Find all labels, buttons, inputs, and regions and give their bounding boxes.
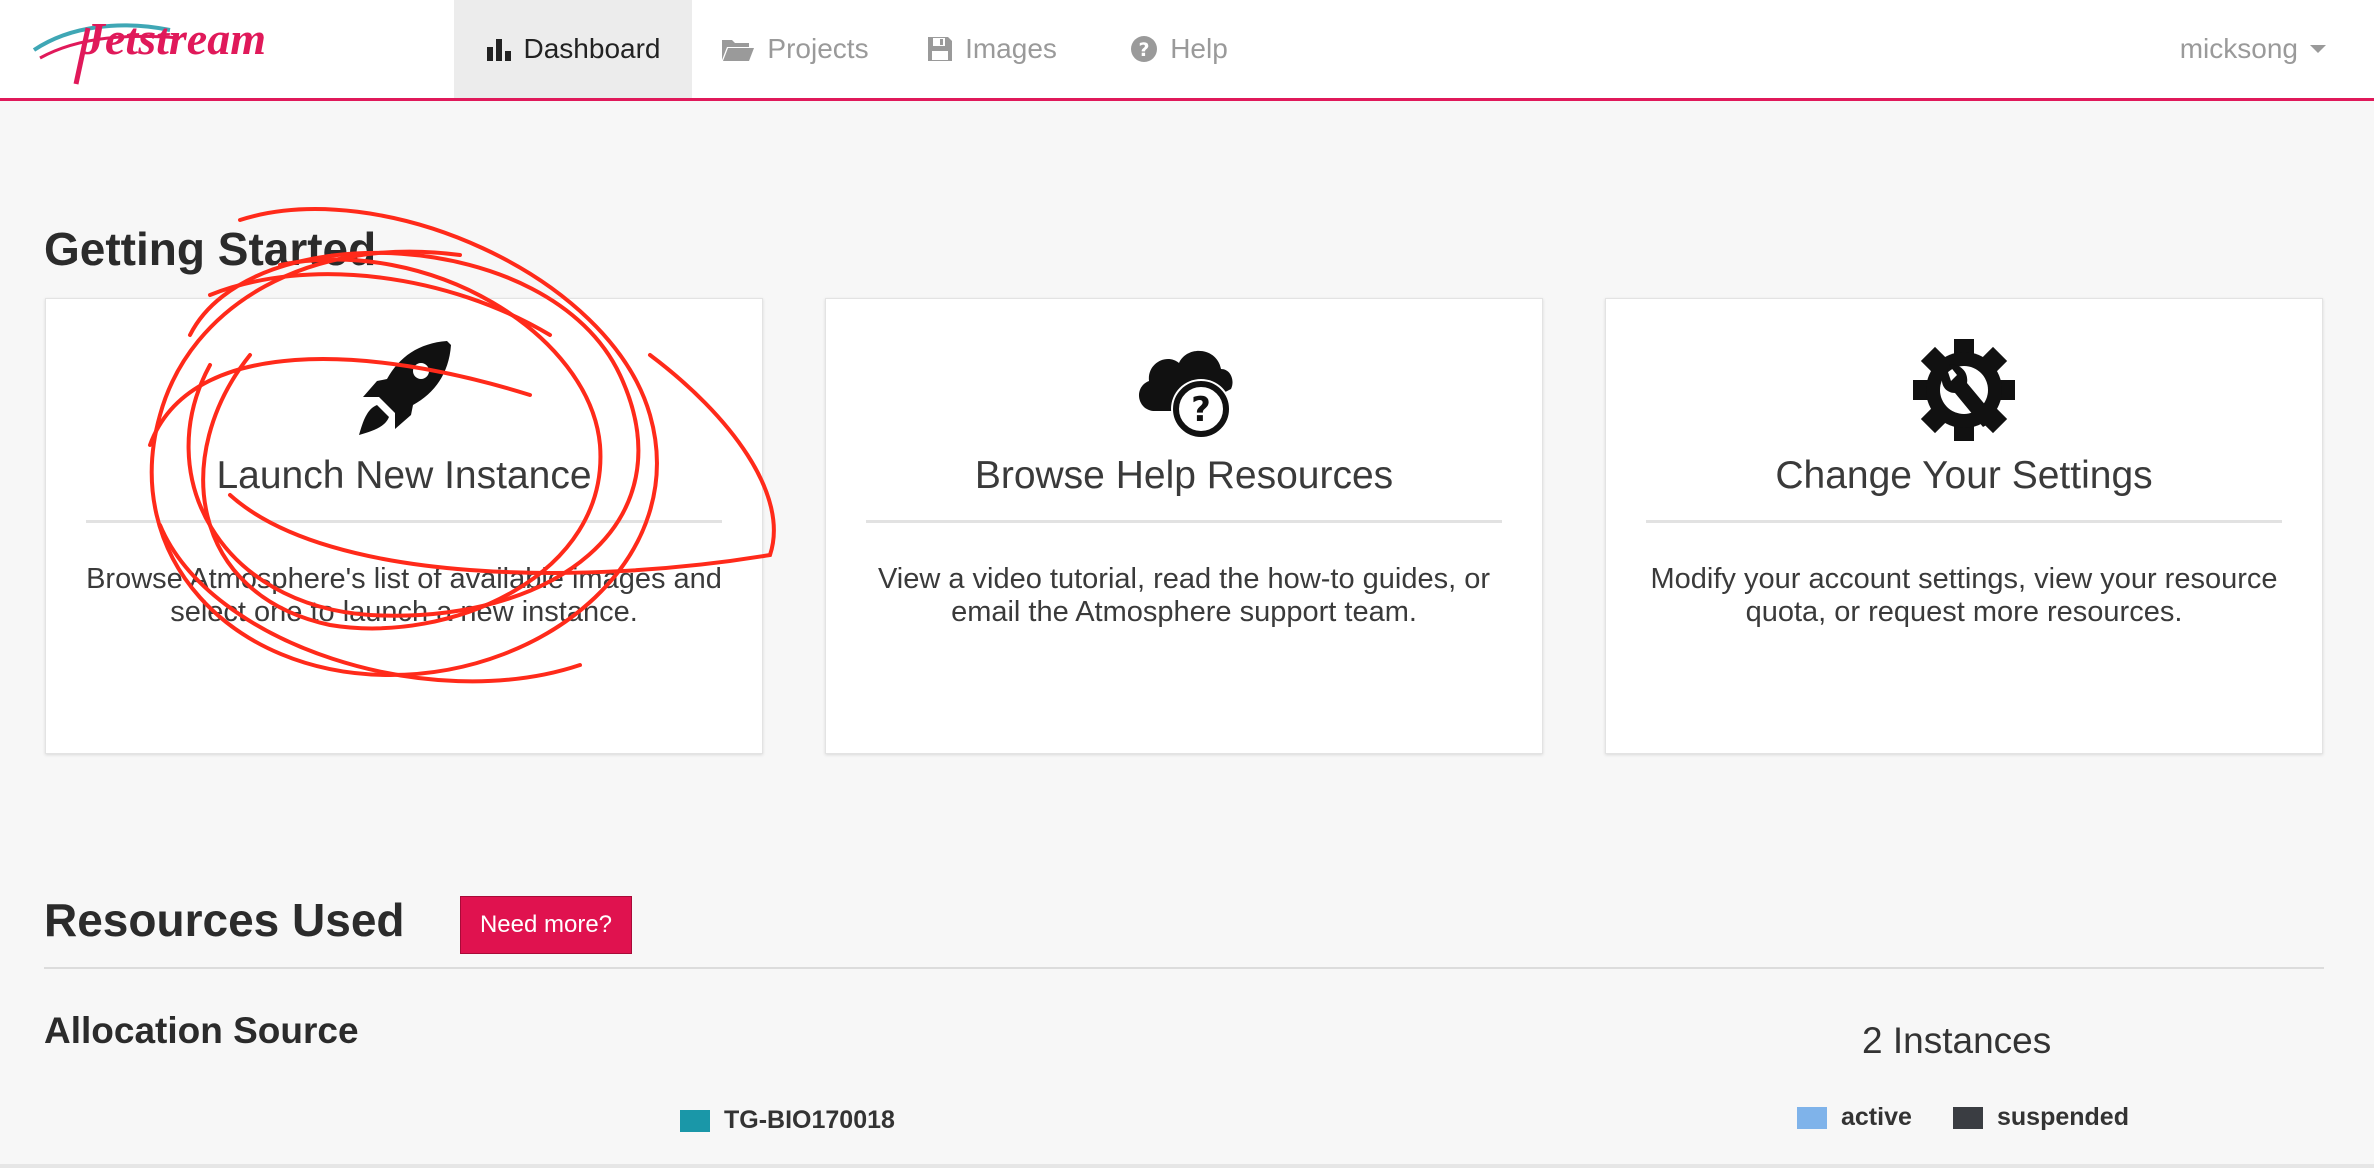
allocation-swatch xyxy=(680,1109,710,1132)
username: micksong xyxy=(2179,33,2298,64)
tab-help[interactable]: ? Help xyxy=(1110,0,1248,98)
svg-text:?: ? xyxy=(1191,390,1211,430)
allocation-source-heading: Allocation Source xyxy=(44,1010,359,1051)
user-menu[interactable]: micksong xyxy=(2180,0,2326,98)
floppy-disk-icon xyxy=(927,36,953,62)
launch-new-instance-card[interactable]: Launch New Instance Browse Atmosphere's … xyxy=(45,298,763,754)
legend-active-item: active xyxy=(1797,1103,1912,1132)
card-description: Modify your account settings, view your … xyxy=(1650,563,2278,628)
card-title: Change Your Settings xyxy=(1646,454,2282,523)
allocation-legend-item: TG-BIO170018 xyxy=(680,1106,895,1135)
tab-images-label: Images xyxy=(965,33,1057,64)
jetstream-logo[interactable]: Jetstream xyxy=(30,8,290,90)
question-circle-icon: ? xyxy=(1130,35,1158,63)
jetstream-logo-icon: Jetstream xyxy=(32,13,266,85)
card-title: Browse Help Resources xyxy=(866,454,1502,523)
legend-suspended-label: suspended xyxy=(1997,1103,2129,1131)
gear-wrench-icon xyxy=(1606,335,2322,445)
bar-chart-icon xyxy=(486,37,512,61)
tab-dashboard-label: Dashboard xyxy=(523,33,661,64)
resources-used-heading: Resources Used xyxy=(44,894,405,946)
instances-chart-title: 2 Instances xyxy=(1862,1020,2052,1061)
tab-images[interactable]: Images xyxy=(912,0,1072,98)
tab-dashboard[interactable]: Dashboard xyxy=(454,0,692,98)
allocation-legend-label: TG-BIO170018 xyxy=(724,1106,895,1134)
tab-projects[interactable]: Projects xyxy=(710,0,880,98)
cloud-question-icon: ? xyxy=(826,335,1542,445)
rocket-icon xyxy=(46,335,762,445)
bottom-border xyxy=(0,1164,2374,1168)
need-more-button[interactable]: Need more? xyxy=(460,896,632,954)
legend-suspended-item: suspended xyxy=(1953,1103,2129,1132)
svg-text:?: ? xyxy=(1139,39,1150,61)
card-description: Browse Atmosphere's list of available im… xyxy=(86,563,722,628)
card-title: Launch New Instance xyxy=(86,454,722,523)
folder-open-icon xyxy=(721,36,755,62)
top-navbar: Jetstream Dashboard Projects Images ? He… xyxy=(0,0,2374,101)
caret-down-icon xyxy=(2310,45,2326,53)
browse-help-resources-card[interactable]: ? Browse Help Resources View a video tut… xyxy=(825,298,1543,754)
logo-wordmark: Jetstream xyxy=(81,13,266,64)
active-swatch xyxy=(1797,1106,1827,1129)
getting-started-heading: Getting Started xyxy=(44,223,377,275)
legend-active-label: active xyxy=(1841,1103,1912,1131)
card-description: View a video tutorial, read the how-to g… xyxy=(877,563,1491,628)
tab-projects-label: Projects xyxy=(767,33,869,64)
change-your-settings-card[interactable]: Change Your Settings Modify your account… xyxy=(1605,298,2323,754)
tab-help-label: Help xyxy=(1170,33,1228,64)
section-divider xyxy=(44,967,2324,969)
suspended-swatch xyxy=(1953,1106,1983,1129)
